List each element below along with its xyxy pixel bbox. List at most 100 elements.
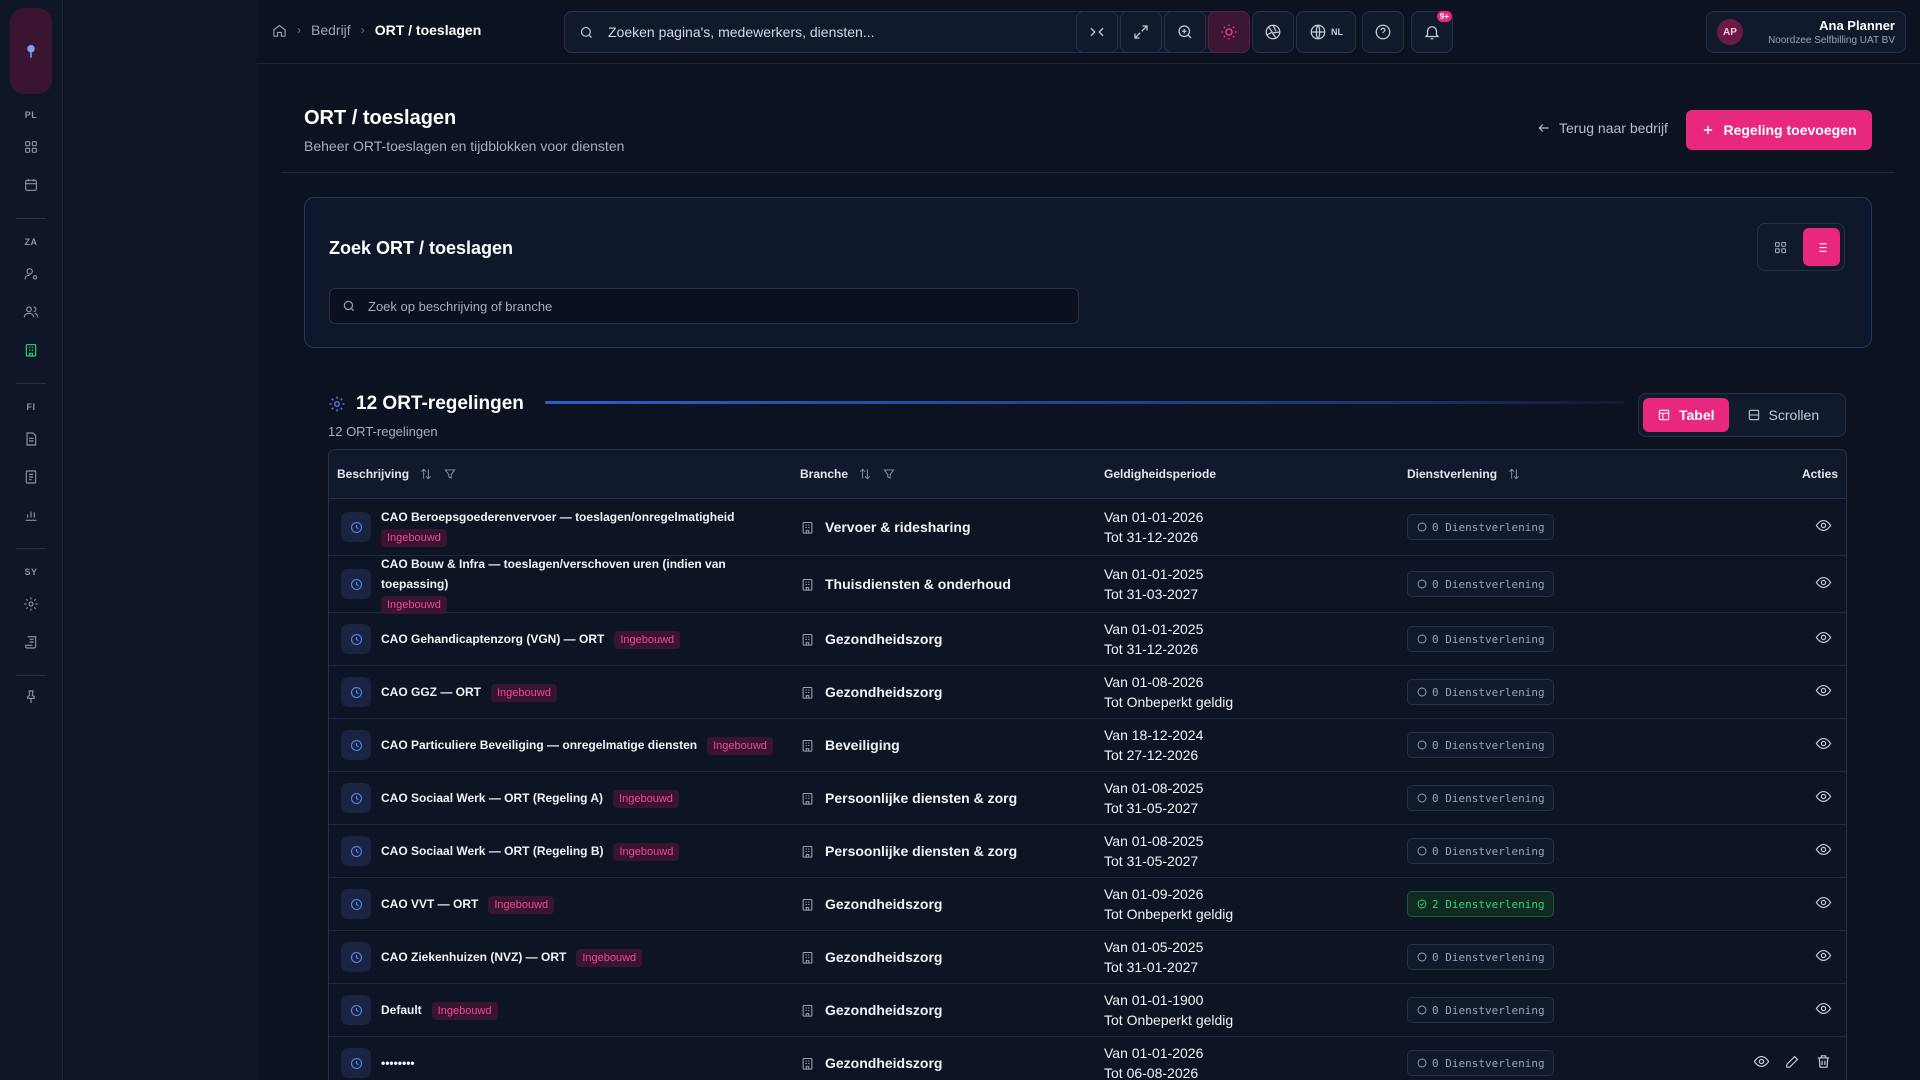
home-icon[interactable]: [272, 23, 287, 38]
row-description: CAO Beroepsgoederenvervoer — toeslagen/o…: [381, 510, 735, 524]
period-to: Tot Onbeperkt geldig: [1104, 694, 1234, 710]
scroll-mode-button[interactable]: Scrollen: [1733, 398, 1834, 432]
table-mode-button[interactable]: Tabel: [1643, 398, 1729, 432]
period-from: Van 01-01-2025: [1104, 621, 1204, 637]
circle-icon: [1417, 687, 1427, 697]
table-row[interactable]: CAO Particuliere Beveiliging — onregelma…: [329, 719, 1846, 772]
service-count: 0 Dienstverlening: [1432, 844, 1545, 858]
sort-icon[interactable]: [419, 467, 433, 481]
help-button[interactable]: [1362, 11, 1404, 53]
view-button[interactable]: [1815, 574, 1832, 594]
aperture-button[interactable]: [1252, 11, 1294, 53]
row-icon: [341, 836, 371, 866]
delete-button[interactable]: [1815, 1053, 1832, 1073]
theme-toggle-button[interactable]: [1208, 11, 1250, 53]
clock-icon: [350, 739, 362, 751]
zoom-button[interactable]: [1164, 11, 1206, 53]
filter-search[interactable]: [329, 288, 1079, 324]
app-logo[interactable]: [10, 8, 52, 94]
building-icon: [25, 344, 37, 357]
row-icon: [341, 512, 371, 542]
view-button[interactable]: [1815, 735, 1832, 755]
edit-button[interactable]: [1784, 1053, 1801, 1073]
period-to: Tot 31-01-2027: [1104, 959, 1199, 975]
column-label: Branche: [800, 467, 849, 481]
sidebar-item-reports[interactable]: [14, 498, 48, 532]
service-count: 0 Dienstverlening: [1432, 738, 1545, 752]
builtin-badge: Ingebouwd: [707, 736, 773, 755]
table-row[interactable]: CAO Beroepsgoederenvervoer — toeslagen/o…: [329, 499, 1846, 556]
row-description: CAO Particuliere Beveiliging — onregelma…: [381, 738, 698, 752]
row-icon: [341, 569, 371, 599]
sidebar-item-user-settings[interactable]: [14, 257, 48, 291]
builtin-badge: Ingebouwd: [491, 683, 557, 702]
table-row[interactable]: CAO GGZ — ORT Ingebouwd Gezondheidszorg Van…: [329, 666, 1846, 719]
column-description[interactable]: Beschrijving: [337, 467, 457, 481]
row-actions: [1815, 574, 1832, 594]
table-row[interactable]: CAO Bouw & Infra — toeslagen/verschoven …: [329, 556, 1846, 614]
breadcrumb-item[interactable]: Bedrijf: [311, 22, 351, 38]
language-button[interactable]: NL: [1296, 11, 1356, 53]
table-row[interactable]: CAO Ziekenhuizen (NVZ) — ORT Ingebouwd Gez…: [329, 931, 1846, 984]
global-search-input[interactable]: [608, 24, 1208, 40]
filter-icon[interactable]: [882, 467, 896, 481]
description-cell: CAO GGZ — ORT Ingebouwd: [381, 682, 791, 702]
sidebar-item-pin[interactable]: [14, 680, 48, 714]
view-button[interactable]: [1815, 894, 1832, 914]
view-button[interactable]: [1815, 947, 1832, 967]
sidebar-item-employees[interactable]: [14, 295, 48, 329]
help-icon: [1375, 24, 1391, 40]
column-branch[interactable]: Branche: [800, 467, 896, 481]
period-to: Tot 06-08-2026: [1104, 1065, 1199, 1080]
user-menu[interactable]: AP Ana Planner Noordzee Selfbilling UAT …: [1706, 11, 1906, 53]
service-badge: 0 Dienstverlening: [1407, 785, 1554, 811]
sidebar-item-company[interactable]: [14, 333, 48, 367]
notifications-button[interactable]: 9+: [1411, 11, 1453, 53]
view-button[interactable]: [1815, 1000, 1832, 1020]
description-cell: CAO Gehandicaptenzorg (VGN) — ORT Ingebou…: [381, 629, 791, 649]
clock-icon: [350, 521, 362, 533]
add-regulation-button[interactable]: Regeling toevoegen: [1686, 110, 1872, 150]
period-to: Tot 31-03-2027: [1104, 586, 1199, 602]
collapse-button[interactable]: [1076, 11, 1118, 53]
sidebar-item-ledger[interactable]: [14, 460, 48, 494]
sidebar-item-invoices[interactable]: [14, 422, 48, 456]
view-button[interactable]: [1815, 629, 1832, 649]
sidebar-item-settings[interactable]: [14, 587, 48, 621]
view-button[interactable]: [1815, 841, 1832, 861]
row-description: CAO Gehandicaptenzorg (VGN) — ORT: [381, 632, 605, 646]
scroll-mode-label: Scrollen: [1768, 407, 1820, 423]
sort-icon[interactable]: [858, 467, 872, 481]
eye-icon: [1815, 684, 1832, 697]
grid-view-button[interactable]: [1762, 228, 1799, 266]
table-row[interactable]: CAO Gehandicaptenzorg (VGN) — ORT Ingebou…: [329, 613, 1846, 666]
top-bar: › Bedrijf › ORT / toeslagen NL 9+ AP Ana…: [257, 0, 1920, 64]
sidebar-divider: [16, 383, 46, 384]
collapse-icon: [1090, 27, 1104, 37]
table-row[interactable]: CAO Sociaal Werk — ORT (Regeling A) Ingeb…: [329, 772, 1846, 825]
sidebar-item-calendar[interactable]: [14, 168, 48, 202]
clock-icon: [350, 686, 362, 698]
sort-icon[interactable]: [1507, 467, 1521, 481]
table-row[interactable]: Default Ingebouwd Gezondheidszorg Van 01-01…: [329, 984, 1846, 1037]
table-row[interactable]: CAO Sociaal Werk — ORT (Regeling B) Ingeb…: [329, 825, 1846, 878]
table-row[interactable]: •••••••• Gezondheidszorg Van 01-01-2026 Tot…: [329, 1037, 1846, 1080]
list-view-button[interactable]: [1803, 228, 1840, 266]
view-button[interactable]: [1815, 517, 1832, 537]
view-button[interactable]: [1815, 682, 1832, 702]
back-to-company-link[interactable]: Terug naar bedrijf: [1537, 120, 1668, 136]
filter-icon[interactable]: [443, 467, 457, 481]
sidebar-item-logs[interactable]: [14, 625, 48, 659]
column-service[interactable]: Dienstverlening: [1407, 467, 1521, 481]
circle-icon: [1417, 793, 1427, 803]
description-cell: CAO Particuliere Beveiliging — onregelma…: [381, 735, 791, 755]
sidebar-item-dashboard[interactable]: [14, 130, 48, 164]
breadcrumb-current: ORT / toeslagen: [374, 22, 482, 38]
filter-search-input[interactable]: [368, 298, 1048, 314]
table-row[interactable]: CAO VVT — ORT Ingebouwd Gezondheidszorg Van…: [329, 878, 1846, 931]
results-header: 12 ORT-regelingen: [328, 393, 524, 415]
view-button[interactable]: [1815, 788, 1832, 808]
fullscreen-button[interactable]: [1120, 11, 1162, 53]
view-button[interactable]: [1753, 1053, 1770, 1073]
service-badge: 0 Dienstverlening: [1407, 944, 1554, 970]
